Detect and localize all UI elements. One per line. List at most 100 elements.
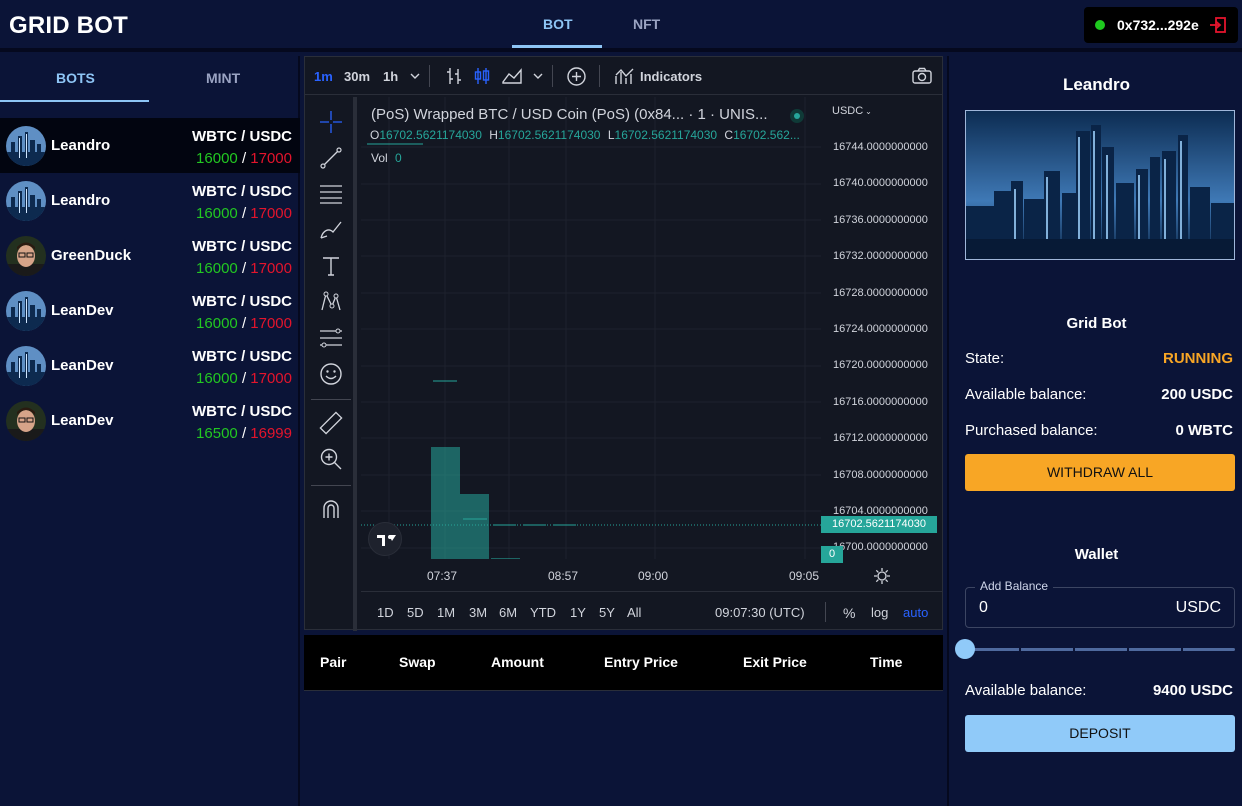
ruler-icon[interactable]	[319, 411, 343, 435]
toolbar-divider	[552, 65, 553, 87]
timeframe-30m[interactable]: 30m	[344, 69, 370, 84]
currency-selector[interactable]: USDC ⌄	[832, 105, 872, 117]
bot-pair: WBTC / USDC	[192, 183, 292, 200]
bot-name: LeanDev	[51, 302, 114, 319]
wallet-button[interactable]: 0x732...292e	[1084, 7, 1238, 43]
chevron-down-icon[interactable]	[410, 71, 420, 81]
bot-pair: WBTC / USDC	[192, 348, 292, 365]
range-button[interactable]: 5D	[407, 605, 424, 620]
tab-nft[interactable]: NFT	[633, 16, 660, 32]
add-balance-label: Add Balance	[975, 579, 1054, 593]
pattern-icon[interactable]	[319, 290, 343, 314]
indicators-icon[interactable]	[614, 66, 636, 86]
price-tick: 16744.0000000000	[833, 141, 928, 153]
add-compare-icon[interactable]	[566, 66, 587, 87]
magnet-icon[interactable]	[319, 497, 343, 521]
slider-track	[965, 648, 1235, 651]
column-header: Amount	[491, 654, 544, 670]
range-button[interactable]: 1D	[377, 605, 394, 620]
range-button[interactable]: YTD	[530, 605, 556, 620]
add-balance-field[interactable]: Add Balance 0 USDC	[965, 579, 1235, 628]
range-button[interactable]: 3M	[469, 605, 487, 620]
tab-mint[interactable]: MINT	[206, 70, 240, 86]
city-avatar	[6, 346, 46, 386]
grid-bot-heading: Grid Bot	[1066, 315, 1127, 332]
prediction-icon[interactable]	[319, 326, 343, 350]
add-balance-input[interactable]: 0	[979, 599, 988, 617]
bot-pair: WBTC / USDC	[192, 238, 292, 255]
brush-icon[interactable]	[319, 218, 343, 242]
tab-bot[interactable]: BOT	[543, 16, 573, 32]
bot-list-item[interactable]: LeanDev WBTC / USDC 16500 / 16999	[0, 393, 300, 448]
volume-legend: Vol 0	[371, 151, 402, 165]
bot-low-price: 16500	[196, 425, 238, 442]
deposit-button[interactable]: DEPOSIT	[965, 715, 1235, 752]
price-axis[interactable]: USDC ⌄ 16744.0000000000 16740.0000000000 16…	[821, 97, 942, 563]
bot-low-price: 16000	[196, 260, 238, 277]
chart-plot-area[interactable]: (PoS) Wrapped BTC / USD Coin (PoS) (0x84…	[361, 97, 821, 559]
bot-price-range: 16000 / 17000	[196, 260, 292, 277]
bot-name: GreenDuck	[51, 247, 132, 264]
balance-slider[interactable]	[955, 639, 1235, 659]
bot-title: Leandro	[1062, 75, 1131, 94]
wallet-heading: Wallet	[1074, 546, 1119, 563]
indicators-button[interactable]: Indicators	[640, 69, 702, 84]
candlestick-icon[interactable]	[472, 66, 492, 86]
chart-canvas	[361, 97, 821, 559]
settings-gear-icon[interactable]	[873, 567, 891, 585]
range-button[interactable]: 6M	[499, 605, 517, 620]
trades-table-header: Pair Swap Amount Entry Price Exit Price …	[304, 635, 943, 691]
active-sidebar-tab-indicator	[0, 100, 149, 102]
trades-table: Pair Swap Amount Entry Price Exit Price …	[304, 635, 943, 806]
timeframe-1h[interactable]: 1h	[383, 69, 398, 84]
bot-high-price: 17000	[250, 150, 292, 167]
trend-line-icon[interactable]	[319, 146, 343, 170]
price-chart[interactable]: 1m 30m 1h Indicators (PoS) Wrapped BTC /…	[304, 56, 943, 631]
slider-thumb[interactable]	[955, 639, 975, 659]
bot-price-range: 16000 / 17000	[196, 205, 292, 222]
range-button[interactable]: 5Y	[599, 605, 615, 620]
chevron-down-icon[interactable]	[533, 71, 543, 81]
bot-name: LeanDev	[51, 412, 114, 429]
tradingview-logo[interactable]	[368, 522, 402, 556]
price-separator: /	[241, 315, 247, 332]
log-scale-button[interactable]: log	[871, 605, 888, 620]
text-tool-icon[interactable]	[319, 254, 343, 278]
bot-high-price: 17000	[250, 370, 292, 387]
percent-scale-button[interactable]: %	[843, 605, 855, 621]
withdraw-all-button[interactable]: WITHDRAW ALL	[965, 454, 1235, 491]
emoji-icon[interactable]	[319, 362, 343, 386]
person-avatar	[6, 401, 46, 441]
zoom-in-icon[interactable]	[319, 447, 343, 471]
bot-list-item[interactable]: LeanDev WBTC / USDC 16000 / 17000	[0, 338, 300, 393]
time-axis[interactable]: 07:37 08:57 09:00 09:05	[361, 559, 942, 591]
active-tab-indicator	[512, 45, 602, 48]
bar-chart-type-icon[interactable]	[444, 66, 464, 86]
last-price-tag: 16702.5621174030	[821, 516, 937, 533]
range-button[interactable]: 1Y	[570, 605, 586, 620]
crosshair-icon[interactable]	[319, 110, 343, 134]
area-chart-icon[interactable]	[501, 66, 523, 86]
camera-icon[interactable]	[911, 66, 933, 86]
wallet-available-value: 9400 USDC	[1152, 682, 1233, 699]
range-button[interactable]: All	[627, 605, 641, 620]
bot-list-item[interactable]: GreenDuck WBTC / USDC 16000 / 17000	[0, 228, 300, 283]
logout-icon[interactable]	[1209, 16, 1227, 34]
bot-list-item[interactable]: Leandro WBTC / USDC 16000 / 17000	[0, 173, 300, 228]
tab-bots[interactable]: BOTS	[56, 70, 95, 86]
bot-low-price: 16000	[196, 370, 238, 387]
bot-nft-image	[965, 110, 1235, 260]
timeframe-1m[interactable]: 1m	[314, 69, 333, 84]
toolbar-divider	[311, 485, 351, 486]
range-button[interactable]: 1M	[437, 605, 455, 620]
toolbar-divider	[825, 602, 826, 622]
time-tick: 07:37	[427, 569, 458, 583]
bot-price-range: 16000 / 17000	[196, 370, 292, 387]
bot-high-price: 17000	[250, 205, 292, 222]
bot-list-item[interactable]: LeanDev WBTC / USDC 16000 / 17000	[0, 283, 300, 338]
fib-retracement-icon[interactable]	[319, 182, 343, 206]
auto-scale-button[interactable]: auto	[903, 605, 928, 620]
bot-list-item[interactable]: Leandro WBTC / USDC 16000 / 17000	[0, 118, 300, 173]
city-avatar	[6, 291, 46, 331]
toolbar-divider	[311, 399, 351, 400]
